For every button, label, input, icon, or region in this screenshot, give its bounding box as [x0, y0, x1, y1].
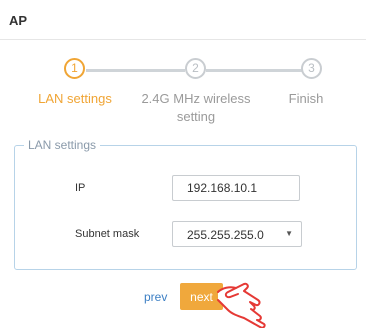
prev-button[interactable]: prev: [144, 290, 167, 304]
step-2-label-line1: 2.4G MHz wireless: [141, 91, 251, 106]
header-bar: AP: [0, 0, 366, 40]
step-2-circle: 2: [185, 58, 206, 79]
pointing-hand-icon: [217, 282, 266, 328]
step-1-number: 1: [71, 61, 78, 75]
lan-settings-legend: LAN settings: [24, 138, 101, 152]
caret-down-icon: ▼: [285, 229, 293, 238]
step-connector-1-2: [86, 69, 185, 72]
lan-settings-group: [14, 145, 357, 270]
step-1-circle: 1: [64, 58, 85, 79]
page-title: AP: [9, 13, 28, 28]
step-3-circle: 3: [301, 58, 322, 79]
step-3-number: 3: [308, 61, 315, 75]
subnet-mask-label: Subnet mask: [75, 228, 140, 240]
subnet-mask-value: 255.255.255.0: [187, 228, 264, 242]
step-3-label: Finish: [288, 91, 324, 106]
step-connector-2-3: [206, 69, 302, 72]
step-2-label: 2.4G MHz wireless setting: [126, 90, 266, 126]
ip-input[interactable]: [172, 175, 300, 201]
step-2-number: 2: [192, 61, 199, 75]
step-1-label: LAN settings: [38, 91, 112, 106]
ip-label: IP: [75, 182, 86, 194]
subnet-mask-select[interactable]: 255.255.255.0 ▼: [172, 221, 302, 247]
step-2-label-line2: setting: [176, 109, 216, 124]
